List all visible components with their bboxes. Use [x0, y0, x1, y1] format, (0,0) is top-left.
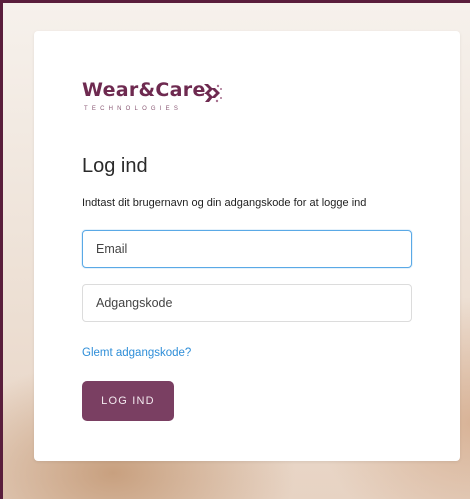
- logo-chevrons-icon: [202, 82, 224, 104]
- brand-name: Wear&Care: [82, 79, 206, 101]
- background-frame: Wear&Care TECHNOLOGIES Log ind Indtast d…: [0, 0, 470, 499]
- forgot-password-link[interactable]: Glemt adgangskode?: [82, 347, 191, 359]
- page-title: Log ind: [82, 155, 148, 177]
- password-field[interactable]: [82, 284, 412, 322]
- brand-logo: Wear&Care TECHNOLOGIES: [82, 79, 242, 119]
- login-card: Wear&Care TECHNOLOGIES Log ind Indtast d…: [34, 31, 460, 461]
- email-field[interactable]: [82, 230, 412, 268]
- login-button[interactable]: LOG IND: [82, 381, 174, 421]
- brand-tagline: TECHNOLOGIES: [84, 106, 183, 112]
- login-instructions: Indtast dit brugernavn og din adgangskod…: [82, 197, 367, 209]
